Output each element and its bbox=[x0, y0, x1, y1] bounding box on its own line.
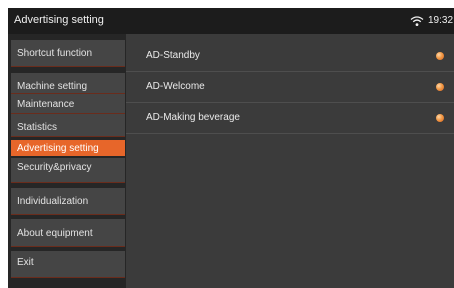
sidebar-item-label: Security&privacy bbox=[17, 162, 92, 173]
setting-row-ad-welcome[interactable]: AD-Welcome bbox=[126, 72, 454, 103]
sidebar-item-maintenance[interactable]: Maintenance bbox=[11, 94, 125, 114]
screen: Advertising setting 19:32 Shortcut funct… bbox=[8, 8, 454, 288]
sidebar-item-label: Exit bbox=[17, 257, 34, 268]
toggle-dot-icon[interactable] bbox=[436, 83, 444, 91]
main-content: AD-Standby AD-Welcome AD-Making beverage bbox=[126, 34, 454, 288]
setting-row-ad-standby[interactable]: AD-Standby bbox=[126, 41, 454, 72]
toggle-dot-icon[interactable] bbox=[436, 114, 444, 122]
status-bar: Advertising setting 19:32 bbox=[8, 8, 454, 34]
sidebar-item-security-privacy[interactable]: Security&privacy bbox=[11, 158, 125, 183]
sidebar-item-label: Machine setting bbox=[17, 81, 88, 92]
sidebar-item-label: Advertising setting bbox=[17, 143, 99, 154]
setting-row-label: AD-Welcome bbox=[146, 81, 205, 92]
sidebar-item-advertising-setting[interactable]: Advertising setting bbox=[11, 140, 125, 156]
clock-time: 19:32 bbox=[428, 15, 454, 26]
sidebar-item-exit[interactable]: Exit bbox=[11, 251, 125, 278]
sidebar-item-label: Shortcut function bbox=[17, 48, 93, 59]
wifi-icon bbox=[410, 16, 424, 26]
sidebar-item-about-equipment[interactable]: About equipment bbox=[11, 219, 125, 247]
setting-row-ad-making-beverage[interactable]: AD-Making beverage bbox=[126, 103, 454, 134]
setting-row-label: AD-Standby bbox=[146, 50, 200, 61]
sidebar-item-machine-setting[interactable]: Machine setting bbox=[11, 73, 125, 94]
sidebar-item-label: About equipment bbox=[17, 228, 93, 239]
sidebar-item-label: Statistics bbox=[17, 122, 58, 133]
toggle-dot-icon[interactable] bbox=[436, 52, 444, 60]
sidebar-item-shortcut-function[interactable]: Shortcut function bbox=[11, 40, 125, 67]
sidebar: Shortcut function Machine setting Mainte… bbox=[8, 34, 126, 288]
page-title: Advertising setting bbox=[14, 14, 104, 26]
sidebar-item-individualization[interactable]: Individualization bbox=[11, 188, 125, 215]
setting-row-label: AD-Making beverage bbox=[146, 112, 240, 123]
sidebar-item-label: Individualization bbox=[17, 196, 89, 207]
sidebar-item-statistics[interactable]: Statistics bbox=[11, 114, 125, 137]
sidebar-item-label: Maintenance bbox=[17, 99, 75, 110]
